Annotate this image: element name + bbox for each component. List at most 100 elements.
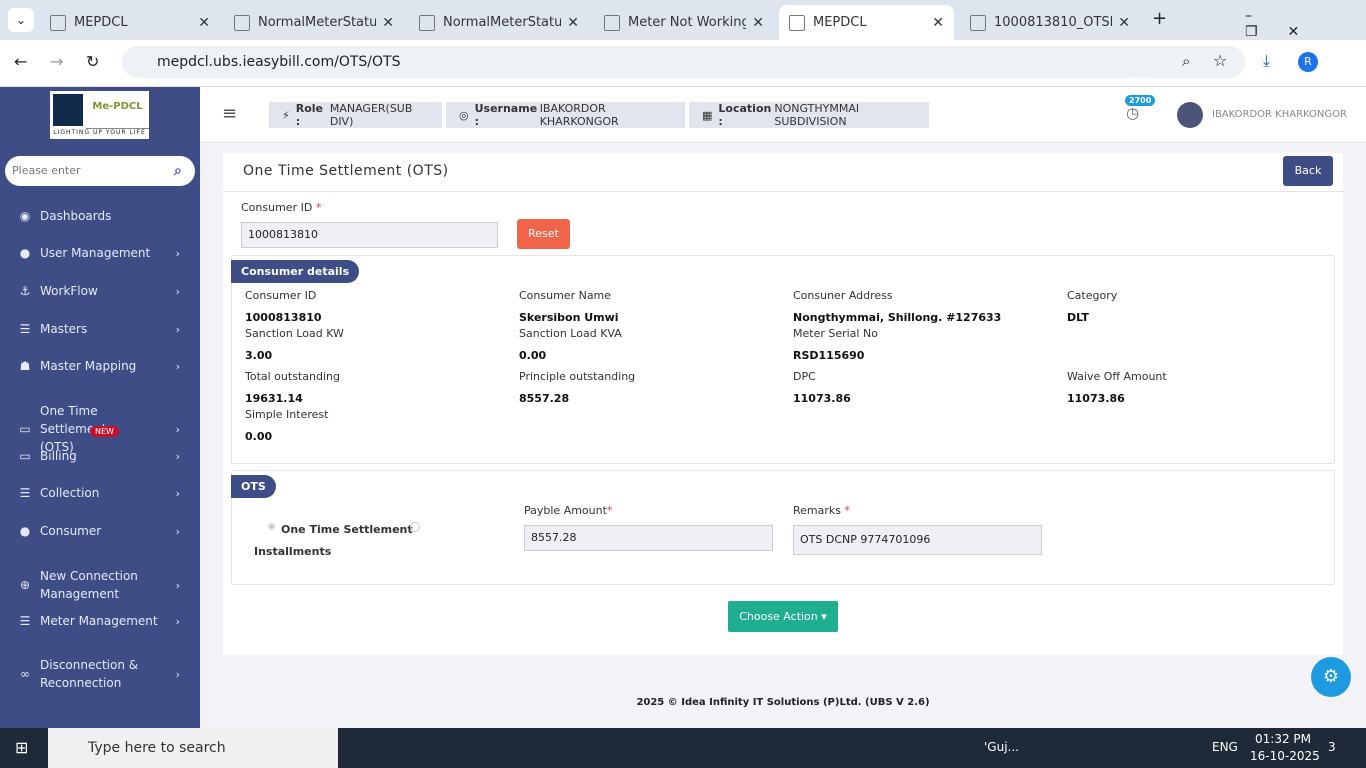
sidebar-item-label: New Connection Management <box>40 569 138 601</box>
browser-tab[interactable]: 1000813810_OTSRep ✕ <box>960 5 1140 40</box>
url-input[interactable]: mepdcl.ubs.ieasybill.com/OTS/OTS <box>122 46 1245 78</box>
browser-tab[interactable]: Meter Not WorkingM ✕ <box>594 5 774 40</box>
sidebar-item[interactable]: ☰ Collection › <box>0 484 200 502</box>
remarks-input[interactable]: OTS DCNP 9774701096 <box>793 525 1042 555</box>
sidebar-item[interactable]: ⚓ WorkFlow › <box>0 282 200 300</box>
browser-tab[interactable]: NormalMeterStatus17 ✕ <box>409 5 589 40</box>
user-avatar[interactable] <box>1177 102 1203 128</box>
sidebar-search-input[interactable]: Please enter <box>5 156 195 186</box>
close-tab-icon[interactable]: ✕ <box>198 15 210 31</box>
chevron-right-icon: › <box>175 667 180 681</box>
clock-date[interactable]: 16-10-2025 <box>1250 749 1320 763</box>
detail-value: 8557.28 <box>519 392 570 405</box>
chevron-right-icon: › <box>175 422 180 436</box>
detail-value: 3.00 <box>245 349 273 362</box>
hamburger-menu-icon[interactable]: ≡ <box>222 103 237 124</box>
clock-time[interactable]: 01:32 PM <box>1255 732 1311 746</box>
notifications-count[interactable]: 3 <box>1328 740 1336 754</box>
reset-button[interactable]: Reset <box>517 219 570 249</box>
detail-label: Total outstanding <box>245 370 340 383</box>
favicon-icon <box>234 14 250 31</box>
close-tab-icon[interactable]: ✕ <box>752 15 764 31</box>
monitor-icon: ▭ <box>19 422 31 436</box>
browser-tab[interactable]: MEPDCL ✕ <box>40 5 220 40</box>
sidebar-item-label: Collection <box>40 486 100 500</box>
forward-arrow-icon[interactable]: → <box>50 52 63 71</box>
building-icon: ▦ <box>702 108 713 122</box>
location-value: NONGTHYMMAI SUBDIVISION <box>774 102 860 128</box>
chevron-right-icon: › <box>175 449 180 463</box>
list-icon: ☰ <box>19 486 31 500</box>
role-chip: ⚡ Role : MANAGER(SUB DIV) <box>269 102 442 128</box>
profile-avatar[interactable]: R <box>1298 52 1318 72</box>
radio-installments-label: Installments <box>254 545 332 558</box>
detail-value: 0.00 <box>245 430 273 443</box>
browser-tab[interactable]: MEPDCL ✕ <box>779 5 954 40</box>
taskbar-search-input[interactable]: Type here to search <box>48 728 338 768</box>
browser-tab[interactable]: NormalMeterStatus17 ✕ <box>224 5 404 40</box>
sidebar-item[interactable]: ⊕ New Connection Management › <box>0 567 200 603</box>
windows-start-icon[interactable]: ⊞ <box>15 738 28 757</box>
chevron-right-icon: › <box>175 578 180 592</box>
bolt-icon: ⚡ <box>282 108 290 122</box>
detail-value: RSD115690 <box>793 349 865 362</box>
favicon-icon <box>419 14 435 31</box>
chevron-right-icon: › <box>175 246 180 260</box>
close-tab-icon[interactable]: ✕ <box>932 15 944 31</box>
sidebar-item-label: Dashboards <box>40 209 112 223</box>
sidebar-item[interactable]: ∞ Disconnection & Reconnection › <box>0 656 200 692</box>
close-tab-icon[interactable]: ✕ <box>567 15 579 31</box>
tab-title: Meter Not WorkingM <box>628 15 747 30</box>
tab-title: NormalMeterStatus17 <box>258 15 377 30</box>
user-name[interactable]: IBAKORDOR KHARKONGOR <box>1212 109 1347 120</box>
sidebar-item[interactable]: ☗ Master Mapping › <box>0 357 200 375</box>
window-controls[interactable]: –❐✕ <box>1245 8 1366 40</box>
ots-card: One Time Settlement (OTS) Back Consumer … <box>223 153 1343 655</box>
sidebar-item[interactable]: ☰ Masters › <box>0 320 200 338</box>
sidebar-item[interactable]: ● Consumer › <box>0 522 200 540</box>
radio-installments[interactable] <box>410 522 420 532</box>
chevron-right-icon: › <box>175 284 180 298</box>
close-tab-icon[interactable]: ✕ <box>382 15 394 31</box>
search-icon[interactable]: ⌕ <box>174 163 182 179</box>
new-badge: NEW <box>90 426 119 437</box>
page-title: One Time Settlement (OTS) <box>243 163 449 179</box>
sidebar-item[interactable]: ● User Management › <box>0 244 200 262</box>
close-tab-icon[interactable]: ✕ <box>1118 15 1130 31</box>
download-icon[interactable]: ⤓ <box>1263 51 1270 71</box>
sidebar-item[interactable]: ☰ Meter Management › <box>0 612 200 630</box>
back-arrow-icon[interactable]: ← <box>14 52 27 71</box>
clock-icon[interactable]: ◷ <box>1126 104 1139 122</box>
back-button[interactable]: Back <box>1283 156 1333 186</box>
chevron-right-icon: › <box>175 322 180 336</box>
palette-icon: ◉ <box>19 209 31 223</box>
chevron-right-icon: › <box>175 486 180 500</box>
remarks-label: Remarks * <box>793 504 850 517</box>
detail-label: Category <box>1067 289 1118 302</box>
username-chip: ◎ Username : IBAKORDOR KHARKONGOR <box>446 102 685 128</box>
list-icon: ☰ <box>19 322 31 336</box>
radio-one-time-settlement[interactable] <box>267 522 276 531</box>
settings-gear-icon[interactable]: ⚙ <box>1311 657 1351 697</box>
tab-title: MEPDCL <box>74 15 128 30</box>
tab-title: MEPDCL <box>813 15 867 30</box>
consumer-details-box <box>231 255 1335 464</box>
zoom-icon[interactable]: ⌕ <box>1182 52 1190 70</box>
language-indicator[interactable]: ENG <box>1212 740 1238 754</box>
consumer-id-input[interactable]: 1000813810 <box>241 222 498 248</box>
sidebar-item[interactable]: ▭ Billing › <box>0 447 200 465</box>
new-tab-button[interactable]: + <box>1152 8 1167 29</box>
plus-circle-icon: ⊕ <box>19 578 31 592</box>
chevron-right-icon: › <box>175 614 180 628</box>
tab-search-button[interactable]: ⌄ <box>8 8 34 32</box>
choose-action-dropdown[interactable]: Choose Action ▾ <box>728 601 838 632</box>
sidebar-item[interactable]: ◉ Dashboards <box>0 207 200 225</box>
link-icon: ∞ <box>20 667 30 681</box>
reload-icon[interactable]: ↻ <box>86 52 99 71</box>
tab-title: NormalMeterStatus17 <box>443 15 562 30</box>
payable-amount-input[interactable]: 8557.28 <box>524 525 773 551</box>
star-icon[interactable]: ☆ <box>1213 51 1227 70</box>
weather-text[interactable]: 'Guj... <box>984 740 1019 754</box>
sidebar-item-label: User Management <box>40 246 151 260</box>
detail-label: Simple Interest <box>245 408 329 421</box>
